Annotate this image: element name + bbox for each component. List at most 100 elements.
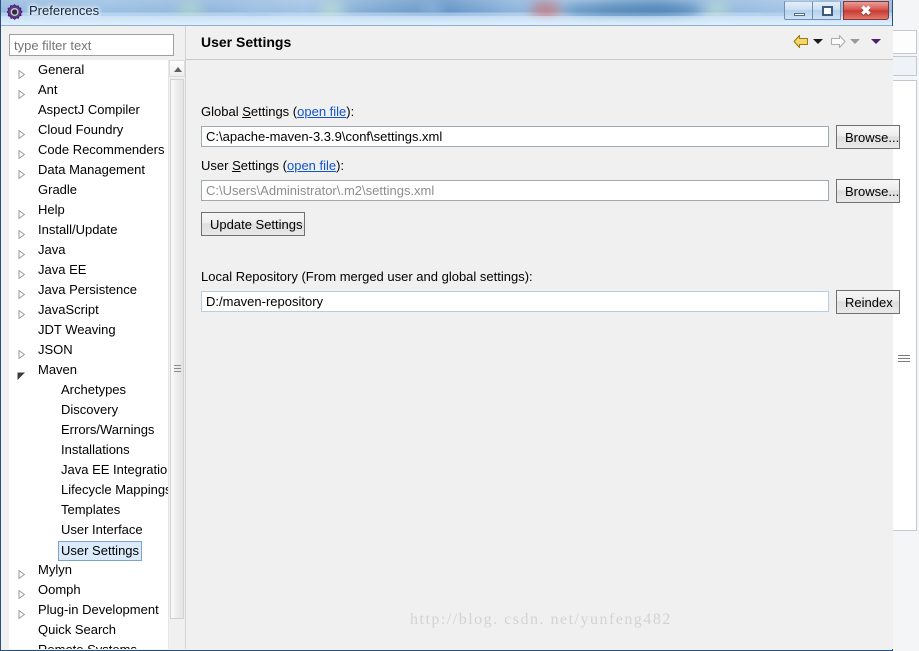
global-settings-input[interactable]	[201, 126, 829, 147]
sidebar-item-label: JavaScript	[38, 302, 99, 317]
title-bar[interactable]: Preferences ✖	[1, 0, 892, 26]
user-settings-open-file-link[interactable]: open file	[287, 158, 336, 173]
maximize-button[interactable]	[812, 1, 841, 20]
global-settings-browse-button[interactable]: Browse...	[836, 125, 900, 149]
local-repository-input[interactable]	[201, 291, 829, 312]
twisty-collapsed-icon[interactable]	[18, 205, 26, 220]
sidebar-item-label: Lifecycle Mappings	[61, 482, 172, 497]
us-label-prefix: User	[201, 158, 233, 173]
sidebar-item-label: JDT Weaving	[38, 322, 116, 337]
view-menu[interactable]	[867, 39, 885, 44]
scrollbar-thumb[interactable]	[170, 79, 184, 619]
background-toolbar-strip	[892, 30, 917, 54]
preferences-tree-list: General Ant AspectJ Compiler Cloud Foundry C…	[9, 60, 174, 649]
sidebar-item-errors-warnings[interactable]: Errors/Warnings	[9, 420, 169, 440]
forward-arrow-icon	[830, 34, 846, 49]
sidebar-item-label: Help	[38, 202, 65, 217]
twisty-collapsed-icon[interactable]	[18, 605, 26, 620]
sidebar-item-java-ee[interactable]: Java EE	[9, 260, 169, 280]
sidebar-item-maven[interactable]: Maven	[9, 360, 169, 380]
sidebar-item-javascript[interactable]: JavaScript	[9, 300, 169, 320]
sidebar-item-discovery[interactable]: Discovery	[9, 400, 169, 420]
sidebar-item-lifecycle-mappings[interactable]: Lifecycle Mappings	[9, 480, 172, 500]
window-title: Preferences	[29, 3, 100, 18]
sidebar-item-install-update[interactable]: Install/Update	[9, 220, 169, 240]
local-repository-label: Local Repository (From merged user and g…	[201, 269, 533, 284]
twisty-collapsed-icon[interactable]	[18, 225, 26, 240]
sidebar-item-label: General	[38, 62, 85, 77]
twisty-collapsed-icon[interactable]	[18, 305, 26, 320]
sidebar-item-mylyn[interactable]: Mylyn	[9, 560, 169, 580]
twisty-collapsed-icon[interactable]	[18, 565, 26, 580]
twisty-collapsed-icon[interactable]	[18, 645, 25, 649]
sidebar-item-installations[interactable]: Installations	[9, 440, 169, 460]
twisty-collapsed-icon[interactable]	[18, 285, 26, 300]
sidebar-item-label: Templates	[61, 502, 121, 517]
sidebar-item-label: JSON	[38, 342, 73, 357]
sidebar-item-label: Discovery	[61, 402, 119, 417]
preferences-gear-icon	[6, 4, 23, 21]
scroll-up-arrow-icon[interactable]	[169, 60, 185, 77]
reindex-button[interactable]: Reindex	[836, 290, 900, 314]
sidebar-item-java-ee-integration[interactable]: Java EE Integration	[9, 460, 174, 480]
sidebar-item-json[interactable]: JSON	[9, 340, 169, 360]
sidebar-item-plug-in-development[interactable]: Plug-in Development	[9, 600, 169, 620]
back-menu-chevron-down-icon[interactable]	[813, 39, 823, 44]
view-menu-chevron-down-icon[interactable]	[871, 39, 881, 44]
panel-header: User Settings	[186, 26, 893, 60]
sidebar-item-general[interactable]: General	[9, 60, 169, 80]
twisty-collapsed-icon[interactable]	[18, 245, 26, 260]
sidebar-item-gradle[interactable]: Gradle	[9, 180, 169, 200]
preferences-sidebar: General Ant AspectJ Compiler Cloud Foundry C…	[1, 26, 185, 649]
sidebar-item-archetypes[interactable]: Archetypes	[9, 380, 169, 400]
sidebar-item-java-persistence[interactable]: Java Persistence	[9, 280, 169, 300]
user-settings-input[interactable]	[201, 180, 829, 201]
tree-scrollbar[interactable]	[168, 60, 185, 649]
sidebar-item-label: Gradle	[38, 182, 78, 197]
sidebar-item-quick-search[interactable]: Quick Search	[9, 620, 169, 640]
sidebar-item-label: Install/Update	[38, 222, 118, 237]
twisty-expanded-icon[interactable]	[17, 366, 26, 380]
sidebar-item-java[interactable]: Java	[9, 240, 169, 260]
user-settings-browse-button[interactable]: Browse...	[836, 179, 900, 203]
minimize-button[interactable]	[784, 1, 813, 20]
twisty-collapsed-icon[interactable]	[18, 125, 26, 140]
sidebar-item-user-interface[interactable]: User Interface	[9, 520, 169, 540]
sidebar-item-label: Cloud Foundry	[38, 122, 124, 137]
sidebar-item-help[interactable]: Help	[9, 200, 169, 220]
update-settings-button[interactable]: Update Settings	[201, 212, 305, 236]
sidebar-item-code-recommenders[interactable]: Code Recommenders	[9, 140, 169, 160]
sidebar-item-cloud-foundry[interactable]: Cloud Foundry	[9, 120, 169, 140]
sidebar-item-ant[interactable]: Ant	[9, 80, 169, 100]
sidebar-item-data-management[interactable]: Data Management	[9, 160, 169, 180]
sidebar-item-label: User Interface	[61, 522, 143, 537]
sidebar-item-user-settings[interactable]: User Settings	[9, 540, 169, 561]
twisty-collapsed-icon[interactable]	[18, 85, 26, 100]
sidebar-item-oomph[interactable]: Oomph	[9, 580, 169, 600]
global-settings-open-file-link[interactable]: open file	[297, 104, 346, 119]
twisty-collapsed-icon[interactable]	[18, 345, 26, 360]
sidebar-item-templates[interactable]: Templates	[9, 500, 169, 520]
twisty-collapsed-icon[interactable]	[18, 165, 26, 180]
sidebar-item-label: Java Persistence	[38, 282, 137, 297]
twisty-collapsed-icon[interactable]	[18, 145, 26, 160]
sidebar-item-label: Plug-in Development	[38, 602, 159, 617]
preferences-tree[interactable]: General Ant AspectJ Compiler Cloud Foundry C…	[9, 60, 185, 649]
sidebar-item-jdt-weaving[interactable]: JDT Weaving	[9, 320, 169, 340]
sidebar-item-label: Java EE Integration	[61, 462, 175, 477]
twisty-collapsed-icon[interactable]	[18, 265, 26, 280]
back-navigation[interactable]	[793, 34, 827, 49]
user-settings-label: User Settings (open file):	[201, 158, 344, 173]
gs-label-mnemonic: S	[242, 104, 251, 119]
sidebar-item-label: Java	[38, 242, 66, 257]
filter-input[interactable]	[9, 34, 174, 56]
twisty-collapsed-icon[interactable]	[18, 585, 26, 600]
sidebar-item-label: Errors/Warnings	[61, 422, 155, 437]
sidebar-item-remote-systems[interactable]: Remote Systems	[9, 640, 169, 649]
close-button[interactable]: ✖	[843, 1, 889, 20]
gs-label-suffix: ):	[346, 104, 355, 119]
twisty-collapsed-icon[interactable]	[18, 65, 26, 80]
back-arrow-icon	[793, 34, 809, 49]
sidebar-item-aspectj-compiler[interactable]: AspectJ Compiler	[9, 100, 169, 120]
global-settings-label: Global Settings (open file):	[201, 104, 354, 119]
